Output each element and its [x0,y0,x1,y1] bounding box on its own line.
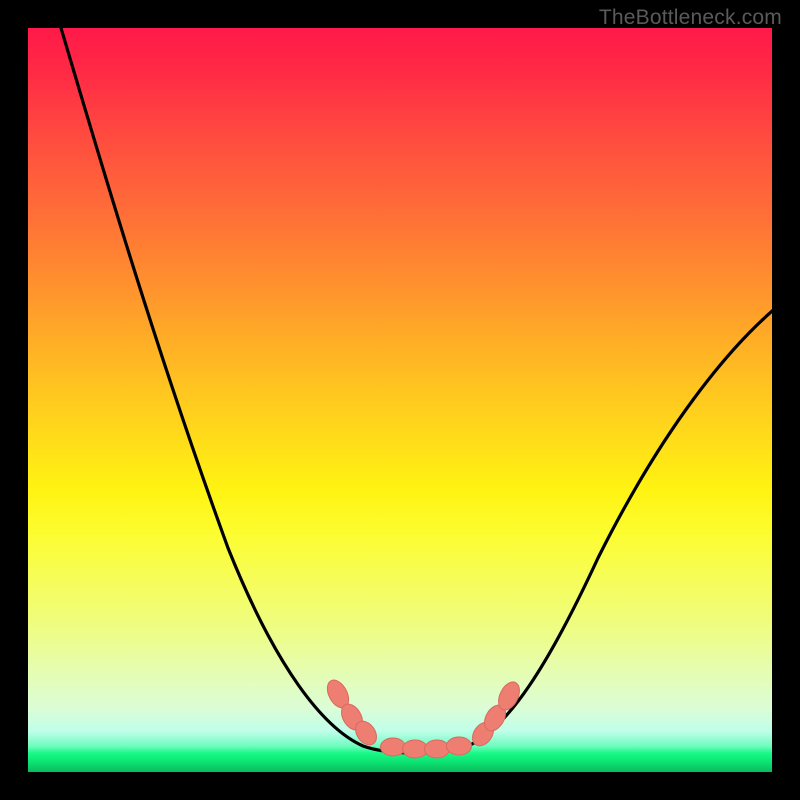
marker-dot [425,740,450,758]
bottleneck-chart [28,28,772,772]
plot-area [28,28,772,772]
attribution-text: TheBottleneck.com [599,6,782,30]
marker-dot [403,740,428,758]
marker-dot [447,737,472,755]
curve-path [58,28,772,753]
marker-dot [381,738,406,756]
outer-frame: TheBottleneck.com [0,0,800,800]
